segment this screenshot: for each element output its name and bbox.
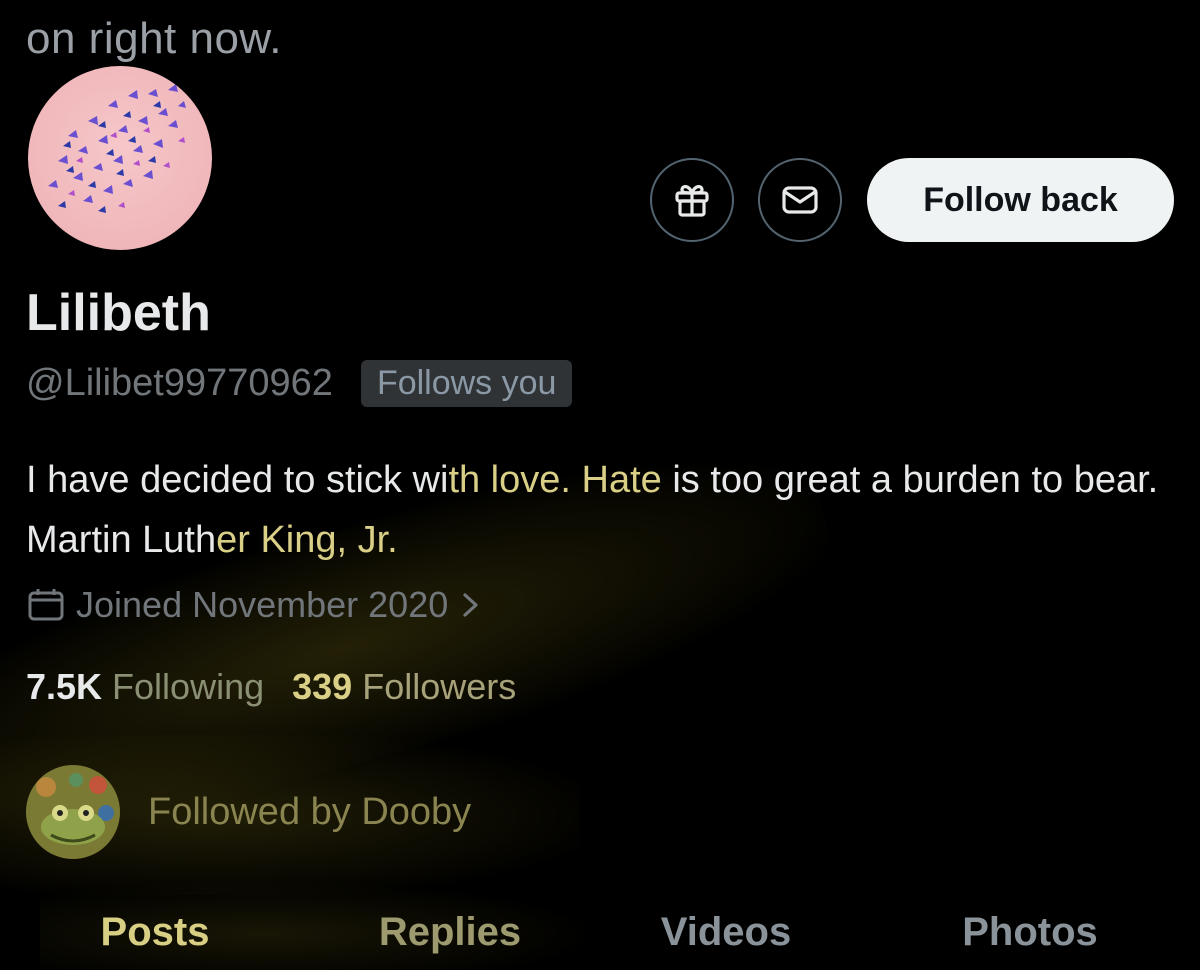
tab-videos[interactable]: Videos	[661, 910, 791, 955]
joined-date: Joined November 2020	[76, 584, 449, 625]
tab-posts[interactable]: Posts	[101, 910, 210, 955]
following-label: Following	[112, 666, 265, 707]
gift-icon	[675, 185, 709, 217]
tab-replies[interactable]: Replies	[379, 910, 521, 955]
profile-avatar[interactable]	[24, 62, 216, 254]
bio-text-highlighted: er King, Jr.	[216, 519, 398, 561]
profile-handle: @Lilibet99770962	[26, 362, 333, 404]
joined-date-row[interactable]: Joined November 2020	[26, 584, 482, 626]
profile-bio: I have decided to stick with love. Hate …	[26, 450, 1176, 570]
frog-avatar-image	[26, 765, 120, 859]
followed-by-text: Followed by Dooby	[148, 790, 472, 833]
bio-text: I have decided to stick wi	[26, 459, 449, 501]
message-button[interactable]	[758, 158, 842, 242]
chevron-right-icon	[463, 593, 478, 617]
followers-link[interactable]: 339 Followers	[292, 666, 516, 708]
envelope-icon	[782, 186, 818, 214]
calendar-icon	[28, 589, 64, 621]
follow-back-button[interactable]: Follow back	[867, 158, 1174, 242]
following-count: 7.5K	[26, 666, 103, 707]
follows-you-badge: Follows you	[360, 360, 573, 407]
follower-avatar[interactable]	[26, 765, 120, 859]
followed-by-row[interactable]: Followed by Dooby	[26, 765, 471, 859]
handle-row: @Lilibet99770962 Follows you	[26, 360, 573, 407]
profile-tabs: Posts Replies Videos Photos	[0, 910, 1200, 956]
butterfly-avatar-image	[48, 84, 186, 213]
tab-photos[interactable]: Photos	[962, 910, 1098, 955]
profile-name: Lilibeth	[26, 284, 211, 342]
previous-post-text: on right now.	[26, 14, 282, 63]
gift-button[interactable]	[650, 158, 734, 242]
followers-label: Followers	[362, 666, 517, 707]
followers-count: 339	[292, 666, 353, 707]
following-link[interactable]: 7.5K Following	[26, 666, 264, 708]
follow-stats: 7.5K Following 339 Followers	[26, 666, 544, 708]
bio-text-highlighted: th love. Hate	[448, 459, 662, 501]
